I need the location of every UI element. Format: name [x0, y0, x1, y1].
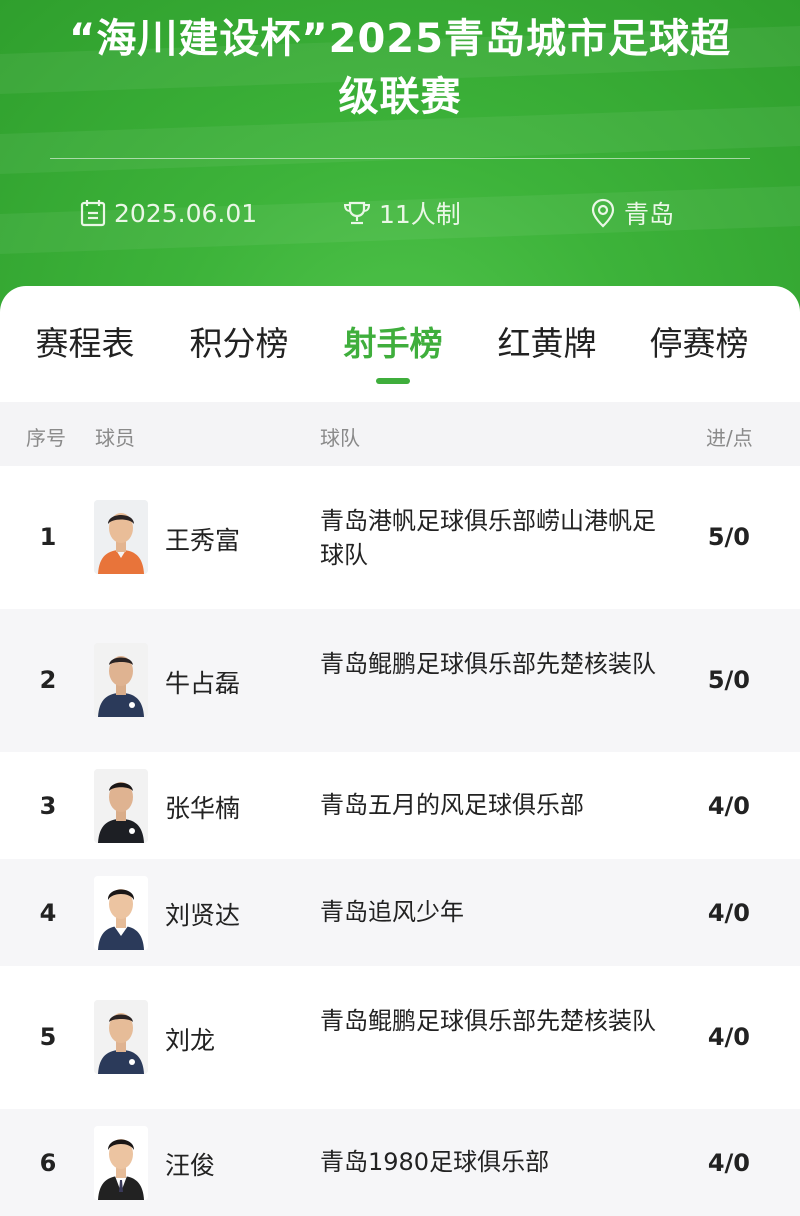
col-team: 球队 — [320, 426, 360, 450]
player-name: 汪俊 — [165, 1151, 216, 1180]
player-avatar — [94, 1126, 148, 1200]
tab-cards[interactable]: 红黄牌 — [472, 324, 622, 364]
player-name: 牛占磊 — [165, 669, 241, 698]
meta-location: 青岛 — [590, 196, 674, 230]
player-photo — [94, 876, 148, 950]
trophy-icon — [343, 201, 371, 225]
row-rank: 5 — [39, 1023, 57, 1051]
table-row[interactable]: 5 刘龙 青岛鲲鹏足球俱乐部先楚核装队 4/0 — [0, 966, 800, 1109]
meta-location-text: 青岛 — [624, 200, 675, 229]
content-card: 赛程表 积分榜 射手榜 红黄牌 停赛榜 序号 球员 球队 进/点 1 王秀富 青… — [0, 286, 800, 1216]
tab-schedule[interactable]: 赛程表 — [10, 324, 160, 364]
meta-format-text: 11人制 — [379, 200, 461, 229]
row-rank: 2 — [39, 666, 57, 694]
goals-value: 5/0 — [707, 666, 750, 694]
team-name: 青岛追风少年 — [320, 898, 464, 926]
tab-suspensions[interactable]: 停赛榜 — [624, 324, 774, 364]
goals-value: 4/0 — [707, 899, 750, 927]
location-pin-icon — [591, 198, 615, 228]
meta-date-text: 2025.06.01 — [114, 198, 258, 228]
table-row[interactable]: 2 牛占磊 青岛鲲鹏足球俱乐部先楚核装队 5/0 — [0, 609, 800, 752]
goals-value: 4/0 — [707, 1023, 750, 1051]
meta-date: 2025.06.01 — [80, 196, 257, 230]
player-photo — [94, 769, 148, 843]
active-tab-indicator — [376, 378, 410, 384]
player-name: 张华楠 — [165, 794, 241, 823]
team-name: 青岛1980足球俱乐部 — [320, 1148, 550, 1176]
player-name: 王秀富 — [165, 526, 241, 555]
team-name: 青岛鲲鹏足球俱乐部先楚核装队 — [320, 1007, 656, 1035]
player-name: 刘贤达 — [165, 901, 241, 930]
goals-value: 4/0 — [707, 792, 750, 820]
player-photo — [94, 1000, 148, 1074]
table-header: 序号 球员 球队 进/点 — [0, 402, 800, 466]
table-row[interactable]: 1 王秀富 青岛港帆足球俱乐部崂山港帆足球队 5/0 — [0, 466, 800, 609]
row-rank: 6 — [39, 1149, 57, 1177]
player-avatar — [94, 643, 148, 717]
goals-value: 4/0 — [707, 1149, 750, 1177]
col-player: 球员 — [95, 426, 135, 450]
goals-value: 5/0 — [707, 523, 750, 551]
league-title: “海川建设杯”2025青岛城市足球超 级联赛 — [0, 10, 800, 126]
meta-format: 11人制 — [343, 196, 461, 230]
col-goals: 进/点 — [706, 426, 753, 450]
row-rank: 1 — [39, 523, 57, 551]
player-photo — [94, 643, 148, 717]
league-title-line1: “海川建设杯”2025青岛城市足球超 — [69, 16, 731, 62]
col-rank: 序号 — [26, 426, 66, 450]
player-photo — [94, 500, 148, 574]
tab-bar: 赛程表 积分榜 射手榜 红黄牌 停赛榜 — [0, 286, 800, 401]
row-rank: 3 — [39, 792, 57, 820]
player-avatar — [94, 876, 148, 950]
player-avatar — [94, 769, 148, 843]
player-avatar — [94, 500, 148, 574]
table-row[interactable]: 3 张华楠 青岛五月的风足球俱乐部 4/0 — [0, 752, 800, 859]
tab-standings[interactable]: 积分榜 — [164, 324, 314, 364]
player-photo — [94, 1126, 148, 1200]
player-name: 刘龙 — [165, 1026, 216, 1055]
team-name: 青岛港帆足球俱乐部崂山港帆足球队 — [320, 507, 656, 569]
league-title-line2: 级联赛 — [338, 74, 462, 120]
team-name: 青岛鲲鹏足球俱乐部先楚核装队 — [320, 650, 656, 678]
league-header: “海川建设杯”2025青岛城市足球超 级联赛 2025.06.01 11人制 青… — [0, 0, 800, 320]
team-name: 青岛五月的风足球俱乐部 — [320, 791, 584, 819]
calendar-icon — [80, 200, 106, 227]
player-avatar — [94, 1000, 148, 1074]
table-row[interactable]: 4 刘贤达 青岛追风少年 4/0 — [0, 859, 800, 966]
table-row[interactable]: 6 汪俊 青岛1980足球俱乐部 4/0 — [0, 1109, 800, 1216]
tab-scorers[interactable]: 射手榜 — [318, 324, 468, 364]
row-rank: 4 — [39, 899, 57, 927]
header-divider — [50, 158, 750, 159]
